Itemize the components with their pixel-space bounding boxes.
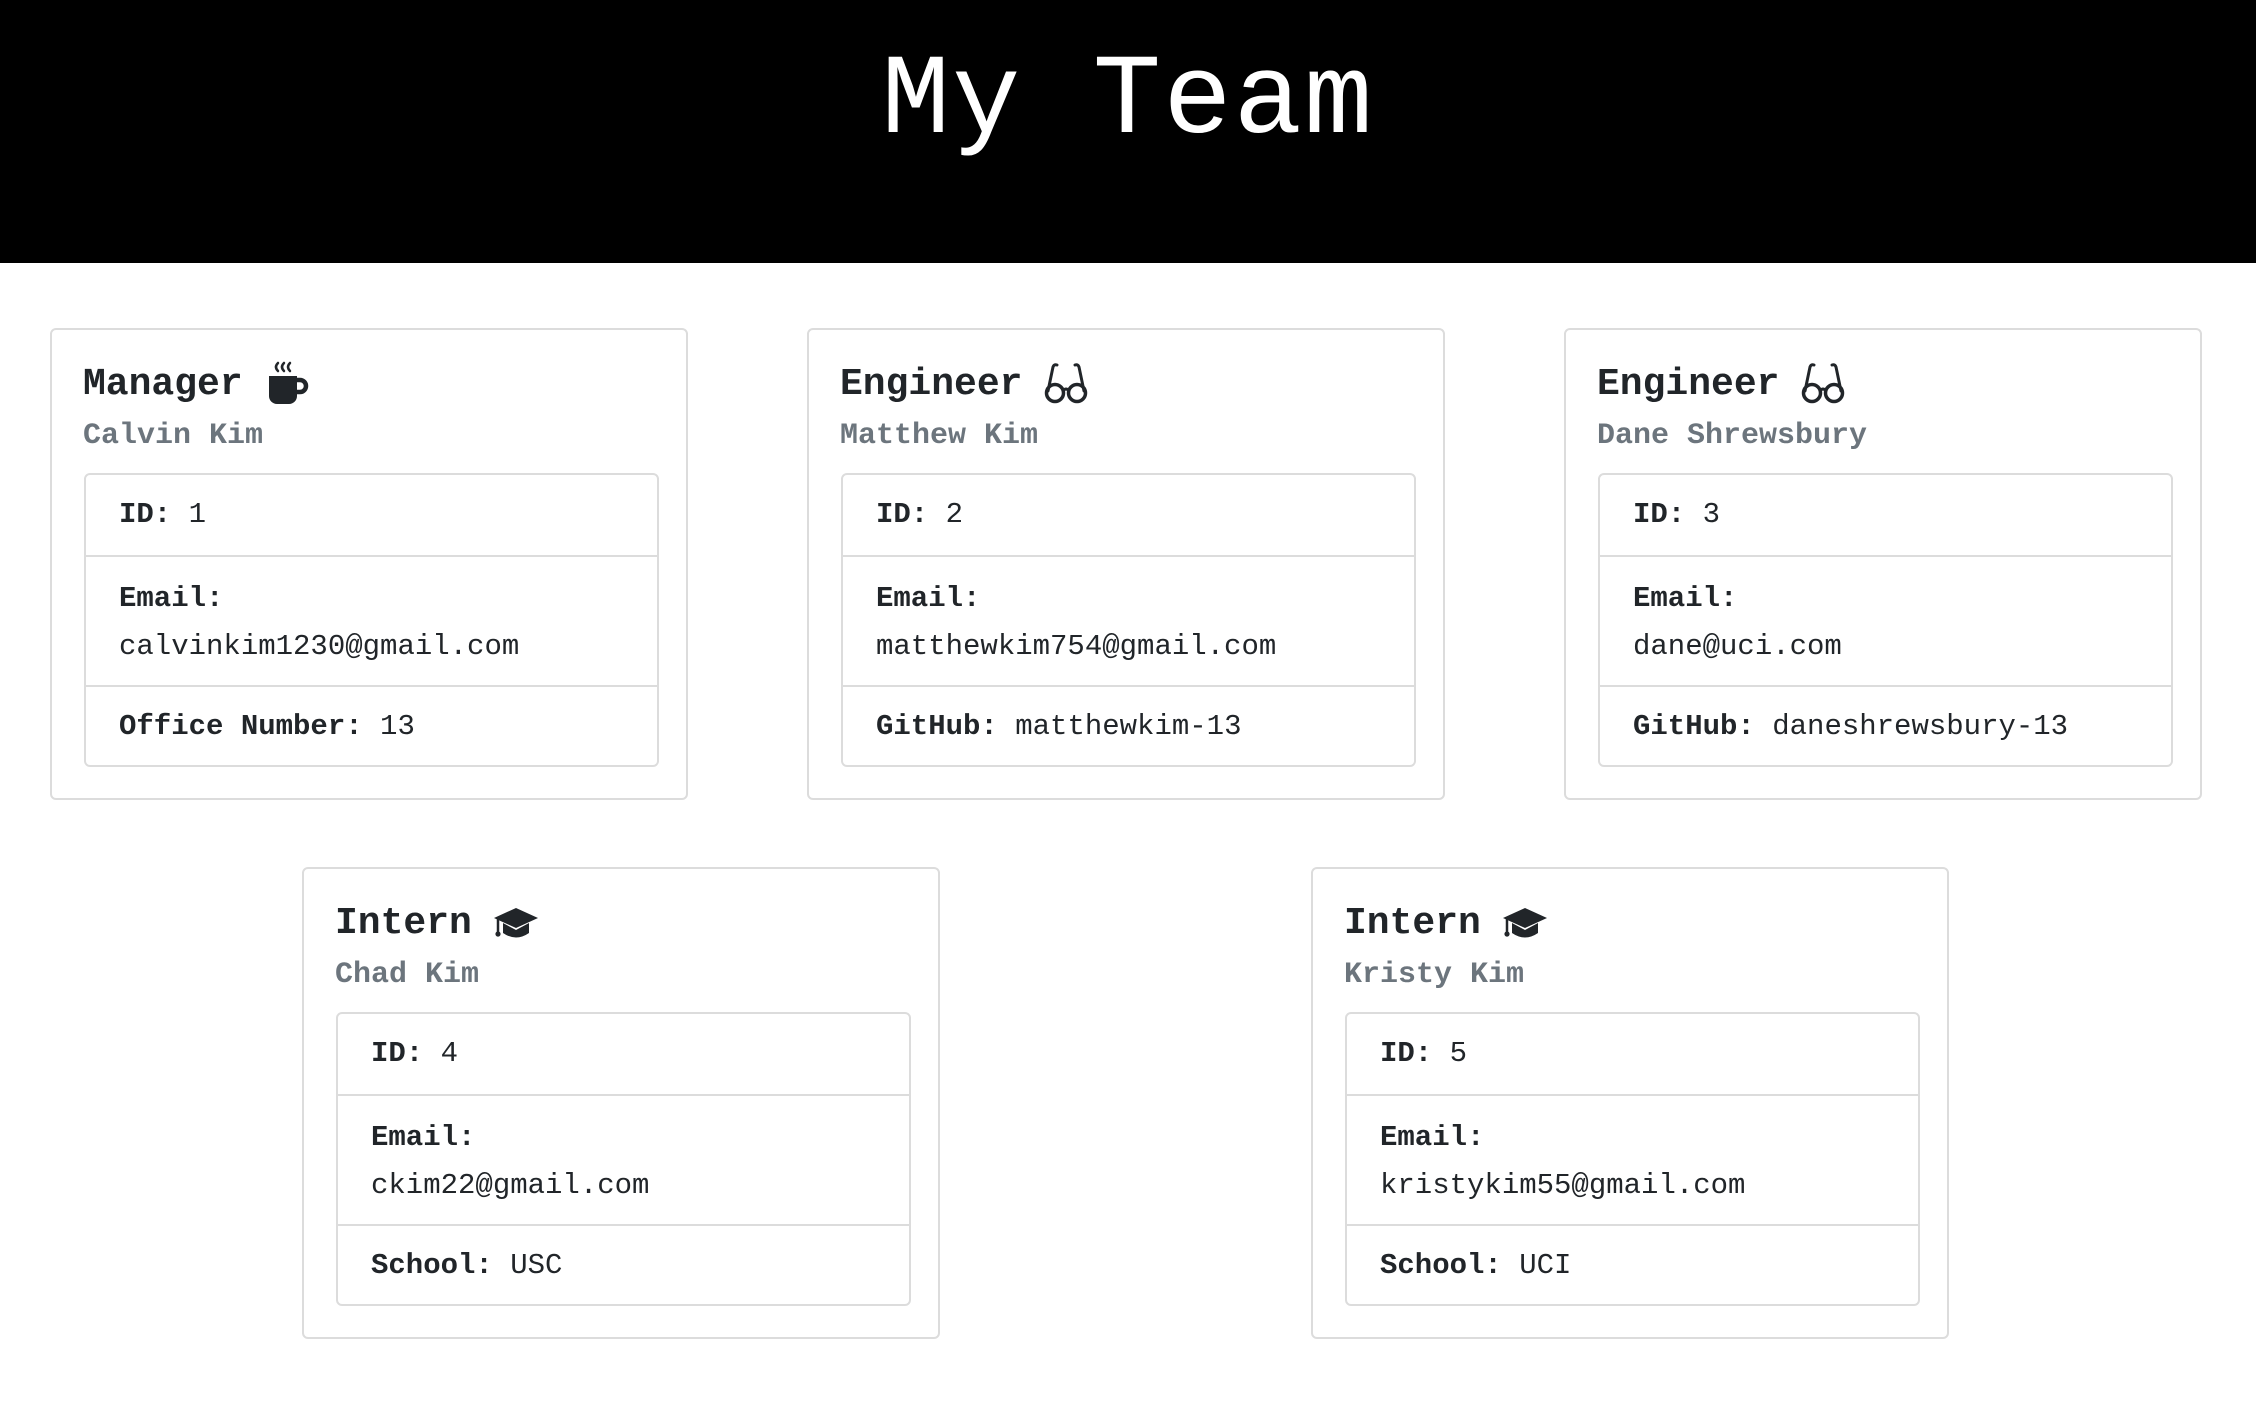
employee-name: Matthew Kim <box>840 419 1039 453</box>
info-list: ID: 5 Email: kristykim55@gmail.com Schoo… <box>1345 1012 1920 1306</box>
school-row: School: UCI <box>1347 1224 1918 1304</box>
email-link[interactable]: dane@uci.com <box>1633 623 2138 671</box>
email-row: Email: kristykim55@gmail.com <box>1347 1094 1918 1224</box>
email-link[interactable]: ckim22@gmail.com <box>371 1162 876 1210</box>
graduation-cap-icon <box>1502 908 1547 938</box>
employee-card-intern: Intern Kristy Kim ID: 5 Email: kristykim… <box>1311 867 1949 1339</box>
id-row: ID: 3 <box>1600 475 2171 555</box>
office-number-label: Office Number: <box>119 710 363 743</box>
office-number-value: 13 <box>380 710 415 743</box>
email-link[interactable]: kristykim55@gmail.com <box>1380 1162 1885 1210</box>
github-link[interactable]: matthewkim-13 <box>1015 710 1241 743</box>
id-label: ID: <box>876 498 929 531</box>
email-row: Email: matthewkim754@gmail.com <box>843 555 1414 685</box>
card-role: Engineer <box>840 360 1090 410</box>
card-role: Manager <box>83 360 311 410</box>
id-label: ID: <box>1633 498 1686 531</box>
id-label: ID: <box>1380 1037 1433 1070</box>
employee-card-engineer: Engineer Matthew Kim ID: 2 Email: matthe… <box>807 328 1445 800</box>
glasses-icon <box>1045 363 1088 404</box>
glasses-icon <box>1802 363 1845 404</box>
email-link[interactable]: calvinkim1230@gmail.com <box>119 623 624 671</box>
id-label: ID: <box>371 1037 424 1070</box>
email-label: Email: <box>119 582 224 615</box>
role-label: Engineer <box>840 363 1023 406</box>
info-list: ID: 1 Email: calvinkim1230@gmail.com Off… <box>84 473 659 767</box>
school-value: USC <box>510 1249 563 1282</box>
employee-card-manager: Manager Calvin Kim ID: 1 Email: calvinki… <box>50 328 688 800</box>
role-label: Intern <box>1344 902 1481 945</box>
employee-name: Kristy Kim <box>1344 958 1525 992</box>
info-list: ID: 4 Email: ckim22@gmail.com School: US… <box>336 1012 911 1306</box>
role-label: Manager <box>83 363 243 406</box>
info-list: ID: 3 Email: dane@uci.com GitHub: danesh… <box>1598 473 2173 767</box>
card-role: Intern <box>1344 899 1549 949</box>
coffee-mug-icon <box>268 361 308 404</box>
id-row: ID: 2 <box>843 475 1414 555</box>
email-label: Email: <box>876 582 981 615</box>
graduation-cap-icon <box>493 908 538 938</box>
email-label: Email: <box>1380 1121 1485 1154</box>
role-label: Engineer <box>1597 363 1780 406</box>
github-row: GitHub: daneshrewsbury-13 <box>1600 685 2171 765</box>
page-title: My Team <box>881 38 1375 167</box>
employee-name: Chad Kim <box>335 958 480 992</box>
school-row: School: USC <box>338 1224 909 1304</box>
email-row: Email: ckim22@gmail.com <box>338 1094 909 1224</box>
email-label: Email: <box>1633 582 1738 615</box>
id-value: 4 <box>440 1037 459 1070</box>
id-value: 1 <box>188 498 207 531</box>
email-row: Email: calvinkim1230@gmail.com <box>86 555 657 685</box>
id-value: 5 <box>1449 1037 1468 1070</box>
github-label: GitHub: <box>1633 710 1755 743</box>
email-link[interactable]: matthewkim754@gmail.com <box>876 623 1381 671</box>
info-list: ID: 2 Email: matthewkim754@gmail.com Git… <box>841 473 1416 767</box>
github-label: GitHub: <box>876 710 998 743</box>
role-label: Intern <box>335 902 472 945</box>
employee-name: Calvin Kim <box>83 419 264 453</box>
employee-name: Dane Shrewsbury <box>1597 419 1868 453</box>
school-value: UCI <box>1519 1249 1572 1282</box>
id-row: ID: 4 <box>338 1014 909 1094</box>
page-header: My Team <box>0 0 2256 263</box>
card-role: Engineer <box>1597 360 1847 410</box>
school-label: School: <box>1380 1249 1502 1282</box>
github-link[interactable]: daneshrewsbury-13 <box>1772 710 2068 743</box>
email-label: Email: <box>371 1121 476 1154</box>
id-value: 2 <box>945 498 964 531</box>
office-number-row: Office Number: 13 <box>86 685 657 765</box>
employee-card-intern: Intern Chad Kim ID: 4 Email: ckim22@gmai… <box>302 867 940 1339</box>
github-row: GitHub: matthewkim-13 <box>843 685 1414 765</box>
id-row: ID: 1 <box>86 475 657 555</box>
email-row: Email: dane@uci.com <box>1600 555 2171 685</box>
id-value: 3 <box>1702 498 1721 531</box>
card-role: Intern <box>335 899 540 949</box>
employee-card-engineer: Engineer Dane Shrewsbury ID: 3 Email: da… <box>1564 328 2202 800</box>
id-row: ID: 5 <box>1347 1014 1918 1094</box>
school-label: School: <box>371 1249 493 1282</box>
id-label: ID: <box>119 498 172 531</box>
